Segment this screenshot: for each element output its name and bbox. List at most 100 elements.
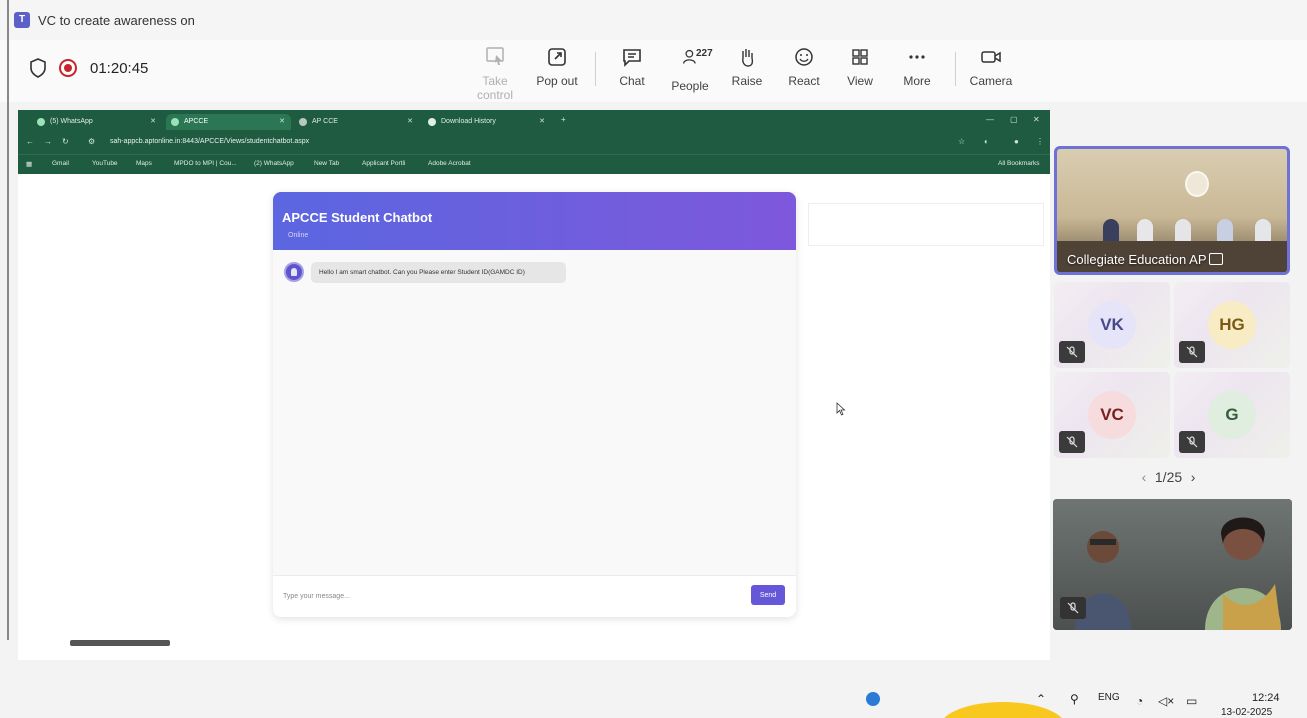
bookmark-item[interactable]: (2) WhatsApp (254, 160, 294, 167)
bookmark-item[interactable]: All Bookmarks (998, 160, 1040, 167)
take-control-icon (486, 47, 504, 65)
window-edge (7, 0, 9, 640)
shield-icon[interactable] (29, 58, 47, 78)
bookmark-item[interactable]: YouTube (92, 160, 118, 167)
notification-icon[interactable]: ⚲ (1070, 692, 1079, 706)
browser-tab-label: Download History (441, 118, 496, 125)
profile-icon[interactable]: ● (1014, 137, 1019, 146)
raise-hand-button[interactable]: Raise (717, 46, 777, 88)
chevron-left-icon[interactable]: ‹ (1137, 469, 1151, 485)
more-label: More (903, 74, 931, 88)
globe-icon (299, 118, 307, 126)
grid-view-icon (852, 49, 868, 65)
taskbar-time[interactable]: 12:24 (1252, 692, 1280, 704)
bookmarks-bar: ▦ Gmail YouTube Maps MPDO to MPI | Cou..… (18, 154, 1050, 174)
participant-video-tile[interactable] (1053, 499, 1292, 630)
more-icon (909, 55, 925, 59)
close-window-icon[interactable]: ✕ (1033, 115, 1040, 124)
bookmark-item[interactable]: Maps (136, 160, 152, 167)
globe-icon (171, 118, 179, 126)
browser-tab-ap-cce[interactable]: AP CCE ✕ (294, 114, 419, 130)
maximize-icon[interactable]: ▢ (1010, 115, 1018, 124)
shared-screen: (5) WhatsApp ✕ APCCE ✕ AP CCE ✕ Download… (18, 110, 1050, 660)
teams-titlebar: T VC to create awareness on (0, 0, 1307, 40)
scrollbar-stub[interactable] (70, 640, 170, 646)
chatbot-status: Online (288, 232, 309, 239)
meeting-timer: 01:20:45 (90, 60, 149, 77)
tray-chevron-icon[interactable]: ⌃ (1036, 692, 1046, 706)
raise-label: Raise (731, 74, 763, 88)
battery-icon[interactable]: ▭ (1186, 694, 1197, 708)
participant-tile-g[interactable]: G (1174, 372, 1290, 458)
more-button[interactable]: More (887, 46, 947, 88)
bot-message: Hello I am smart chatbot. Can you Please… (311, 262, 566, 283)
people-button[interactable]: 227 People (660, 46, 720, 93)
browser-address-bar: ← → ↻ ⚙ sah-appcb.aptonline.in:8443/APCC… (18, 132, 1050, 154)
message-input[interactable] (283, 586, 738, 606)
language-indicator[interactable]: ENG (1098, 692, 1120, 703)
participant-avatar: VC (1088, 391, 1136, 439)
pop-out-icon (548, 48, 566, 66)
url-text[interactable]: sah-appcb.aptonline.in:8443/APCCE/Views/… (110, 138, 309, 145)
meeting-title: VC to create awareness on (38, 13, 195, 28)
take-control-button[interactable]: Take control (465, 46, 525, 102)
participant-tile-vk[interactable]: VK (1054, 282, 1170, 368)
main-video-name: Collegiate Education AP (1067, 252, 1207, 267)
taskbar-date[interactable]: 13-02-2025 (1221, 707, 1272, 718)
react-button[interactable]: React (774, 46, 834, 88)
site-info-icon[interactable]: ⚙ (88, 137, 95, 146)
controls-divider (595, 52, 596, 86)
bot-avatar-icon (284, 262, 304, 282)
people-label: People (671, 79, 709, 93)
bookmark-star-icon[interactable]: ☆ (958, 137, 965, 146)
forward-icon[interactable]: → (44, 137, 52, 146)
page-side-box (808, 203, 1044, 246)
participant-tile-hg[interactable]: HG (1174, 282, 1290, 368)
mic-off-icon (1179, 341, 1205, 363)
back-icon[interactable]: ← (26, 137, 34, 146)
wifi-icon[interactable]: ◔ (1136, 694, 1143, 708)
main-video-tile[interactable]: Collegiate Education AP (1054, 146, 1290, 275)
bookmark-item[interactable]: Applicant Portli (362, 160, 405, 167)
bookmark-item[interactable]: MPDO to MPI | Cou... (174, 160, 237, 167)
pop-out-label: Pop out (536, 74, 578, 88)
minimize-icon[interactable]: — (986, 115, 994, 124)
browser-tab-label: APCCE (184, 118, 209, 125)
bookmark-item[interactable]: Adobe Acrobat (428, 160, 471, 167)
chatbot-header: APCCE Student Chatbot Online (273, 192, 796, 250)
taskbar-app-icon[interactable] (866, 692, 880, 706)
screen-share-icon (1209, 253, 1223, 265)
chevron-right-icon[interactable]: › (1186, 469, 1200, 485)
close-icon[interactable]: ✕ (150, 114, 156, 130)
camera-button[interactable]: Camera (961, 46, 1021, 88)
participant-tile-vc[interactable]: VC (1054, 372, 1170, 458)
new-tab-icon[interactable]: + (561, 115, 566, 124)
browser-tab-strip: (5) WhatsApp ✕ APCCE ✕ AP CCE ✕ Download… (18, 110, 1050, 132)
browser-tab-apcce[interactable]: APCCE ✕ (166, 114, 291, 130)
extensions-icon[interactable]: ◐ (984, 137, 989, 146)
participant-avatar: G (1208, 391, 1256, 439)
chat-input-bar: Send (273, 575, 796, 617)
volume-icon[interactable]: ◁× (1158, 694, 1174, 708)
close-icon[interactable]: ✕ (407, 114, 413, 130)
browser-tab-whatsapp[interactable]: (5) WhatsApp ✕ (32, 114, 162, 130)
close-icon[interactable]: ✕ (279, 114, 285, 130)
view-label: View (847, 74, 873, 88)
send-button[interactable]: Send (751, 585, 785, 605)
bookmark-item[interactable]: Gmail (52, 160, 69, 167)
reload-icon[interactable]: ↻ (62, 137, 69, 146)
browser-tab-label: (5) WhatsApp (50, 118, 93, 125)
bookmark-item[interactable]: New Tab (314, 160, 339, 167)
view-button[interactable]: View (830, 46, 890, 88)
chat-icon (623, 49, 641, 67)
pop-out-button[interactable]: Pop out (527, 46, 587, 88)
apps-grid-icon[interactable]: ▦ (26, 160, 32, 168)
close-icon[interactable]: ✕ (539, 114, 545, 130)
emblem-icon (1185, 171, 1209, 197)
controls-divider (955, 52, 956, 86)
browser-menu-icon[interactable]: ⋮ (1036, 137, 1044, 146)
browser-tab-downloads[interactable]: Download History ✕ (423, 114, 551, 130)
mic-off-icon (1059, 431, 1085, 453)
smiley-icon (795, 48, 813, 66)
chat-button[interactable]: Chat (602, 46, 662, 88)
